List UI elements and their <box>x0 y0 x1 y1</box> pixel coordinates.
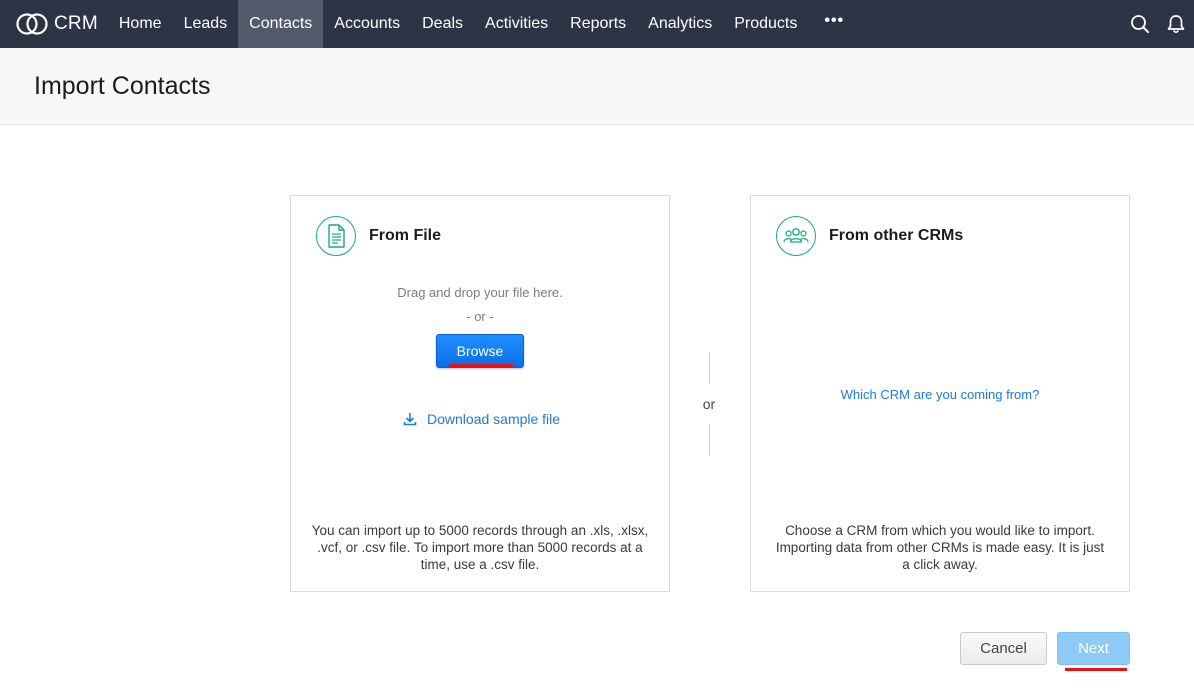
drop-zone-text[interactable]: Drag and drop your file here. <box>291 285 669 300</box>
nav-item-activities[interactable]: Activities <box>474 0 559 48</box>
from-crm-title: From other CRMs <box>829 227 964 244</box>
download-sample-link[interactable]: Download sample file <box>403 411 560 427</box>
nav-more-button[interactable]: ••• <box>808 0 860 48</box>
search-icon[interactable] <box>1122 0 1158 48</box>
from-file-help-text: You can import up to 5000 records throug… <box>311 523 649 572</box>
top-nav-bar: CRM Home Leads Contacts Accounts Deals A… <box>0 0 1194 48</box>
bell-icon[interactable] <box>1158 0 1194 48</box>
document-icon <box>316 216 356 256</box>
crm-logo-icon <box>16 13 48 35</box>
from-file-card[interactable]: From File Drag and drop your file here. … <box>290 195 670 592</box>
which-crm-link[interactable]: Which CRM are you coming from? <box>751 387 1129 402</box>
page-header: Import Contacts <box>0 48 1194 125</box>
or-separator-text: - or - <box>466 309 494 324</box>
nav-item-products[interactable]: Products <box>723 0 808 48</box>
from-crm-help-text: Choose a CRM from which you would like t… <box>775 523 1105 572</box>
nav-item-home[interactable]: Home <box>108 0 173 48</box>
people-icon <box>776 216 816 256</box>
divider-line-bottom <box>709 424 710 455</box>
main-nav: Home Leads Contacts Accounts Deals Activ… <box>108 0 860 48</box>
divider-line-top <box>709 353 710 384</box>
from-file-header: From File <box>316 216 441 256</box>
from-crm-header: From other CRMs <box>776 216 963 256</box>
next-highlight-underline <box>1065 668 1127 671</box>
page-title: Import Contacts <box>34 71 211 100</box>
download-icon <box>403 413 417 426</box>
nav-item-deals[interactable]: Deals <box>411 0 474 48</box>
brand-name: CRM <box>54 13 98 34</box>
nav-item-reports[interactable]: Reports <box>559 0 637 48</box>
from-file-title: From File <box>369 227 442 244</box>
nav-item-analytics[interactable]: Analytics <box>637 0 723 48</box>
nav-item-accounts[interactable]: Accounts <box>323 0 411 48</box>
browse-highlight-underline <box>449 364 513 367</box>
cards-separator-or: or <box>702 396 716 412</box>
next-button[interactable]: Next <box>1057 632 1130 665</box>
cancel-button[interactable]: Cancel <box>960 632 1047 665</box>
brand-logo[interactable]: CRM <box>0 0 108 48</box>
browse-button[interactable]: Browse <box>436 334 524 368</box>
from-other-crms-card[interactable]: From other CRMs Which CRM are you coming… <box>750 195 1130 592</box>
download-sample-label: Download sample file <box>427 411 561 427</box>
top-icons <box>1122 0 1194 48</box>
nav-item-leads[interactable]: Leads <box>173 0 239 48</box>
nav-item-contacts[interactable]: Contacts <box>238 0 324 48</box>
